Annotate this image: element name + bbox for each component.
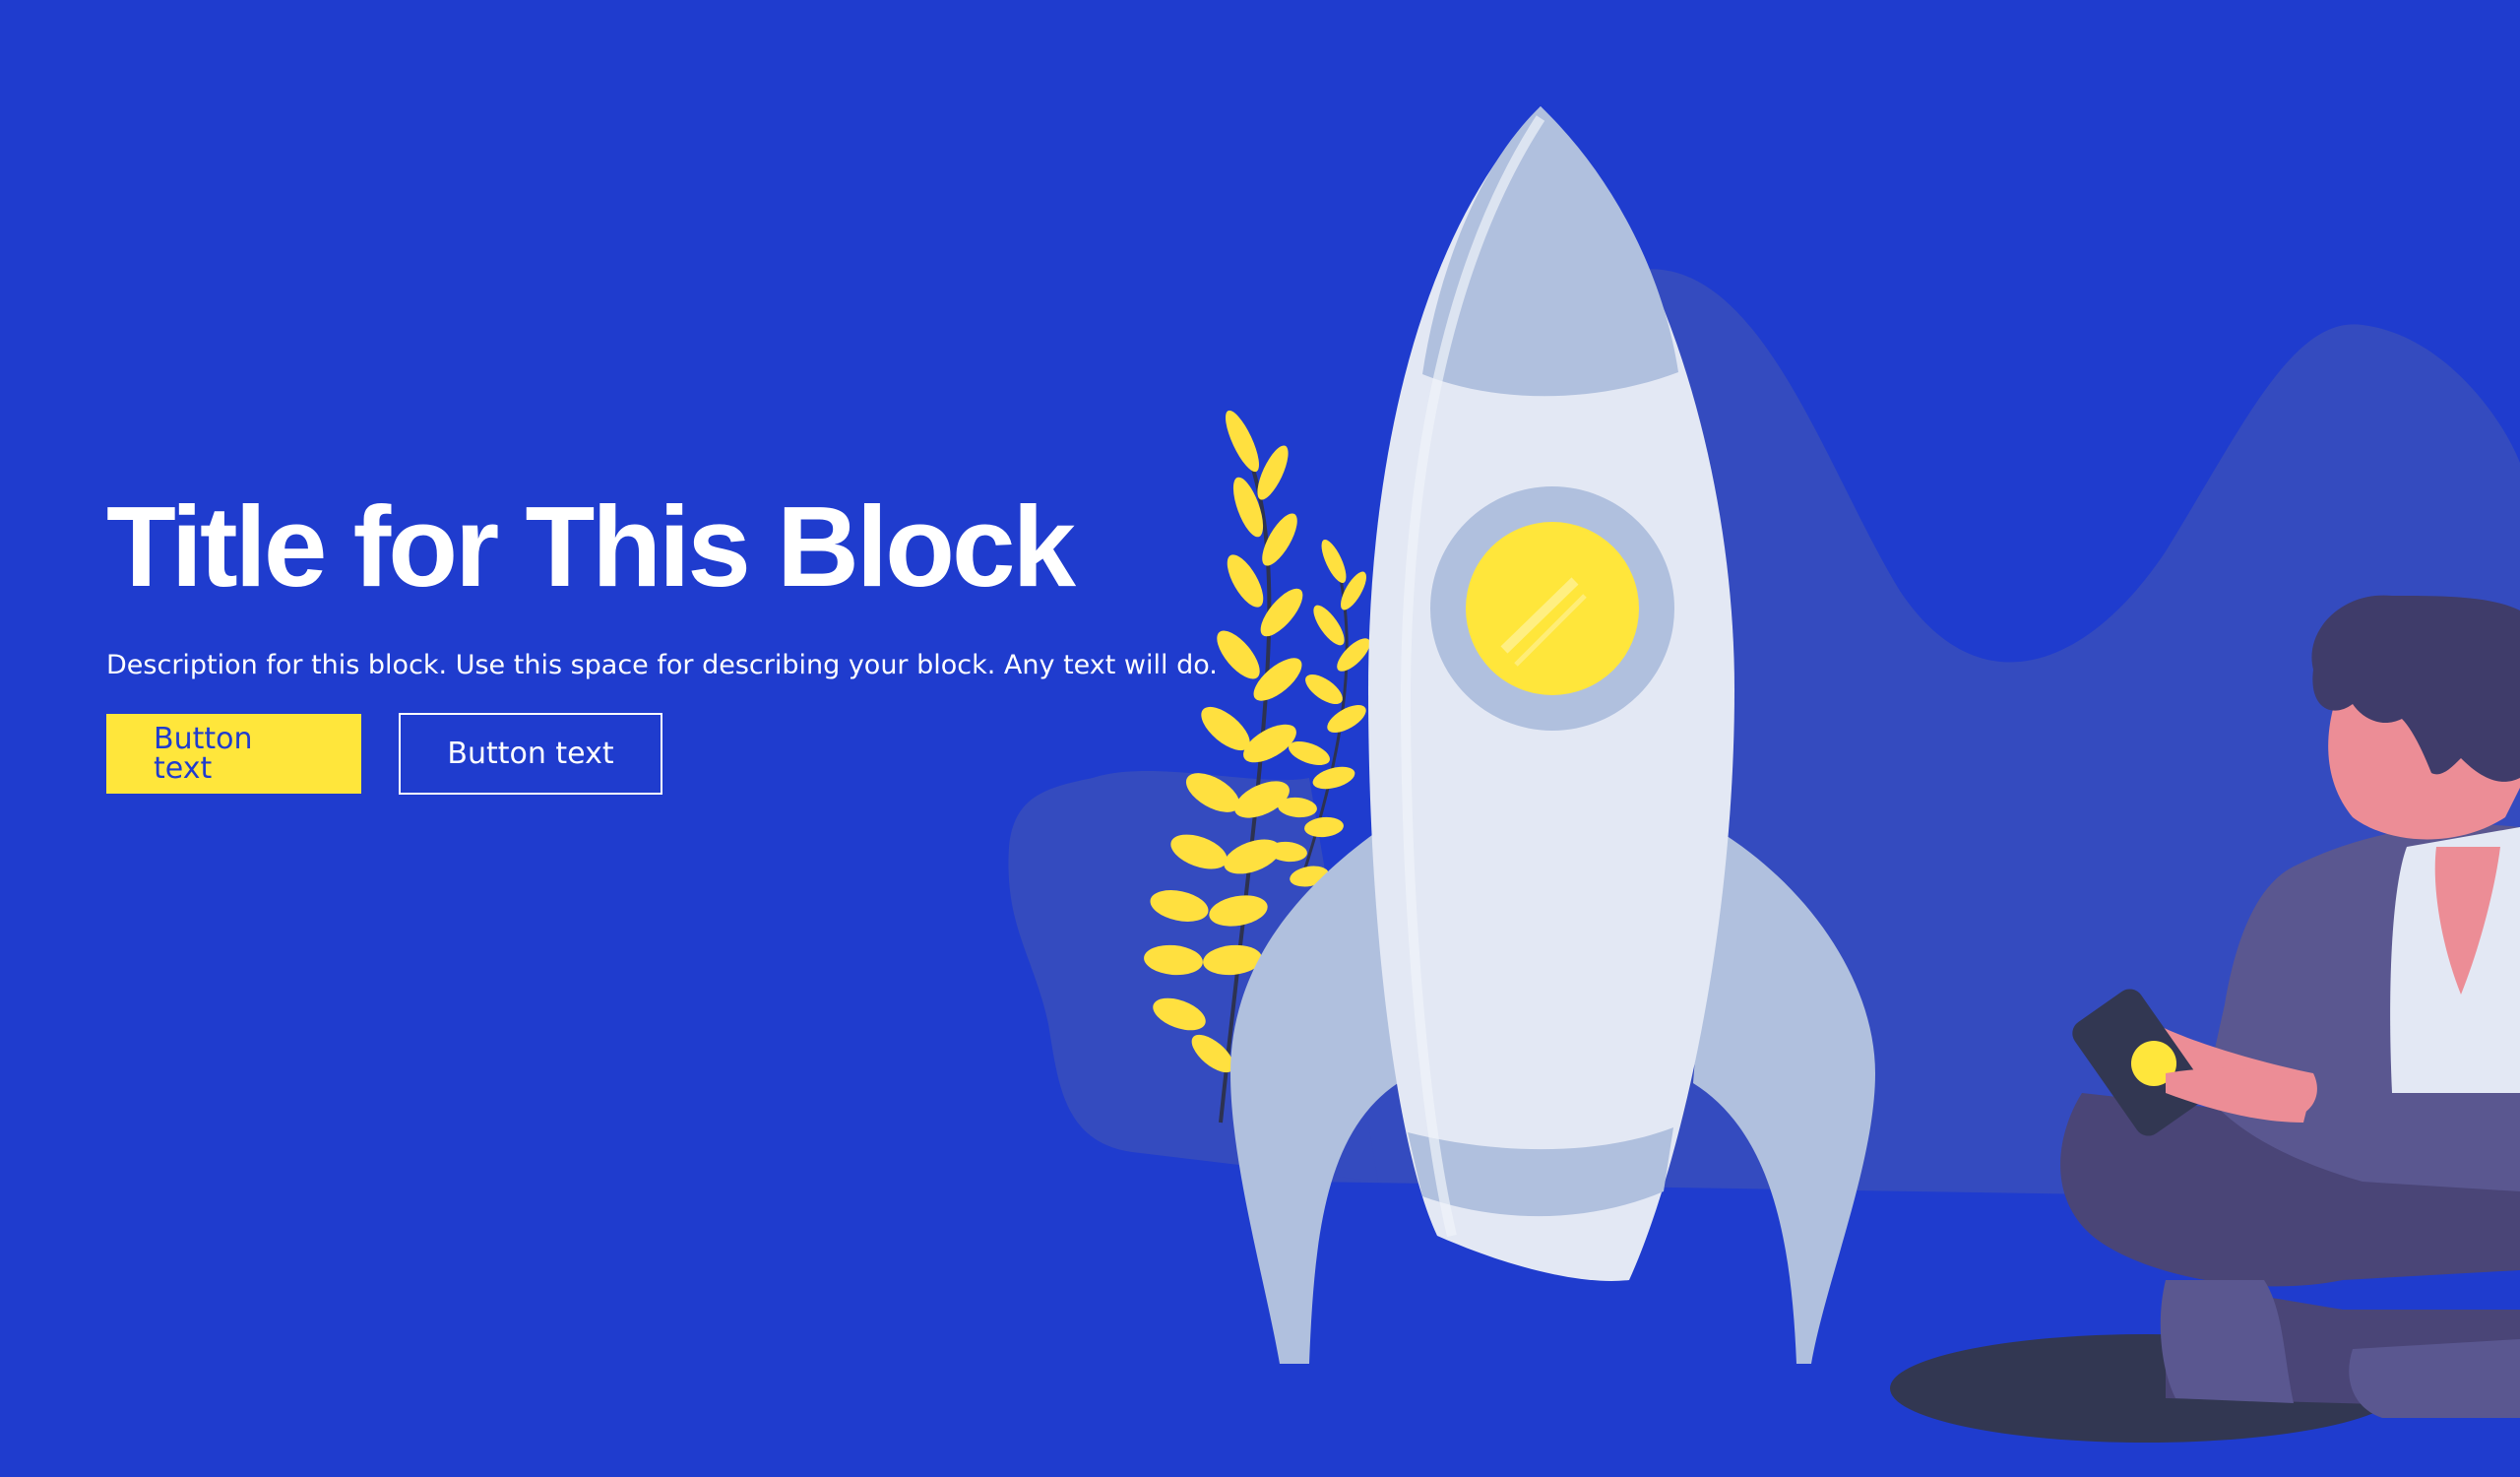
button-group: Button text Button text xyxy=(106,713,1386,795)
hero-section: Title for This Block Description for thi… xyxy=(0,0,2520,1477)
primary-cta-button[interactable]: Button text xyxy=(106,714,361,794)
hero-title: Title for This Block xyxy=(106,482,1076,610)
secondary-cta-button[interactable]: Button text xyxy=(399,713,662,795)
hero-content: Title for This Block Description for thi… xyxy=(106,488,1386,795)
hero-description: Description for this block. Use this spa… xyxy=(106,650,1218,680)
